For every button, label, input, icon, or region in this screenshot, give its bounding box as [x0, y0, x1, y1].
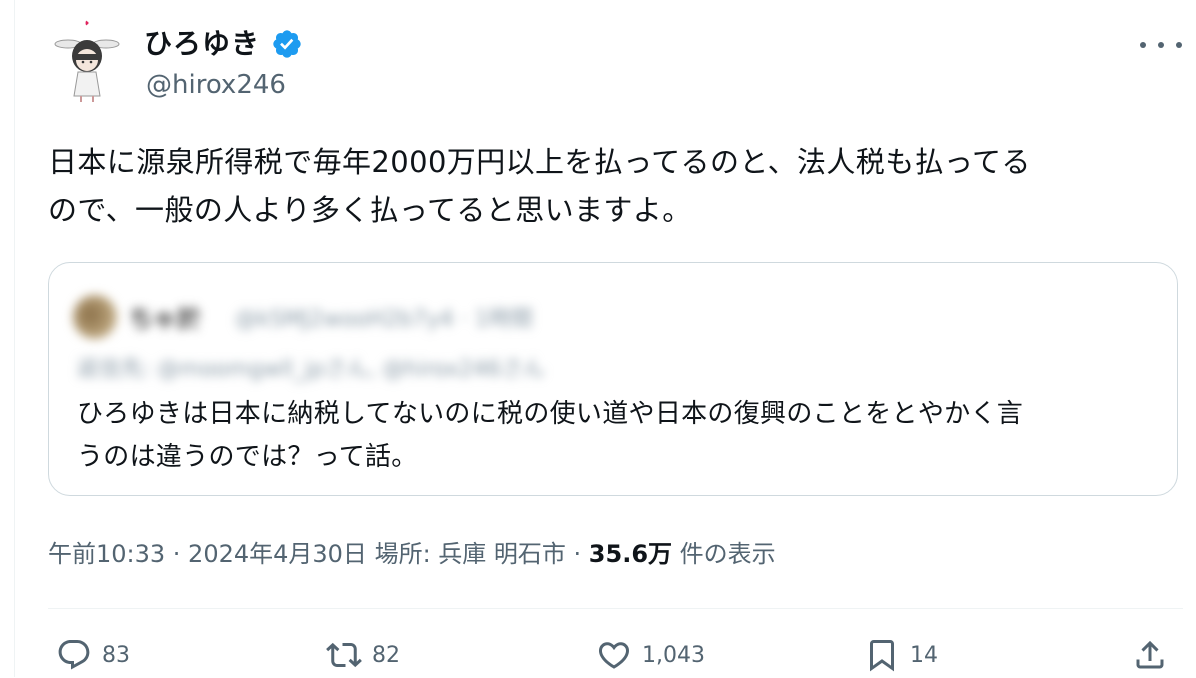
quoted-tweet-text: ひろゆきは日本に納税してないのに税の使い道や日本の復興のことをとやかく言 うのは…: [77, 393, 1157, 479]
quoted-reply-to: 返信先: @moomgwll_jpさん, @hirox246さん: [77, 357, 545, 382]
repost-icon: [326, 642, 362, 668]
share-button[interactable]: [1132, 632, 1168, 678]
more-icon[interactable]: [1140, 30, 1182, 60]
repost-count: 82: [372, 642, 400, 668]
quoted-text-line-2: うのは違うのでは？って話。: [77, 442, 418, 472]
tweet-metadata: 午前10:33 · 2024年4月30日 場所: 兵庫 明石市 · 35.6万 …: [48, 534, 776, 569]
author-handle[interactable]: @hirox246: [146, 70, 286, 100]
quoted-text-line-1: ひろゆきは日本に納税してないのに税の使い道や日本の復興のことをとやかく言: [77, 399, 1024, 429]
like-button[interactable]: 1,043: [596, 632, 705, 678]
tweet-text-line-2: ので、一般の人より多く払ってると思いますよ。: [48, 193, 692, 227]
tweet-text-line-1: 日本に源泉所得税で毎年2000万円以上を払ってるのと、法人税も払ってる: [48, 145, 1031, 179]
time-date-location[interactable]: 午前10:33 · 2024年4月30日 場所: 兵庫 明石市 ·: [48, 540, 589, 568]
reply-count: 83: [102, 642, 130, 668]
like-icon: [598, 642, 630, 669]
quoted-tweet-card[interactable]: ちゃ於 @kSMJ2wooH2b7y4 · 1時間 返信先: @moomgwll…: [48, 262, 1178, 496]
views-label: 件の表示: [672, 540, 776, 568]
verified-badge-icon[interactable]: [271, 28, 303, 60]
views-count: 35.6万: [588, 540, 673, 568]
quoted-author-meta: @kSMJ2wooH2b7y4 · 1時間: [235, 307, 533, 332]
repost-button[interactable]: 82: [326, 632, 400, 678]
bookmark-icon: [870, 640, 894, 672]
divider: [48, 608, 1183, 609]
author-display-name[interactable]: ひろゆき: [144, 22, 260, 62]
share-icon: [1136, 640, 1164, 669]
reply-icon: [58, 640, 90, 670]
reply-button[interactable]: 83: [56, 632, 130, 678]
tweet-text: 日本に源泉所得税で毎年2000万円以上を払ってるのと、法人税も払ってる ので、一…: [48, 138, 1183, 234]
bookmark-count: 14: [910, 642, 938, 668]
bookmark-button[interactable]: 14: [864, 632, 938, 678]
like-count: 1,043: [642, 642, 705, 668]
quoted-author-name: ちゃ於: [129, 305, 201, 333]
left-border: [14, 0, 15, 677]
author-avatar[interactable]: [48, 20, 126, 104]
quoted-author-avatar: [73, 295, 117, 339]
